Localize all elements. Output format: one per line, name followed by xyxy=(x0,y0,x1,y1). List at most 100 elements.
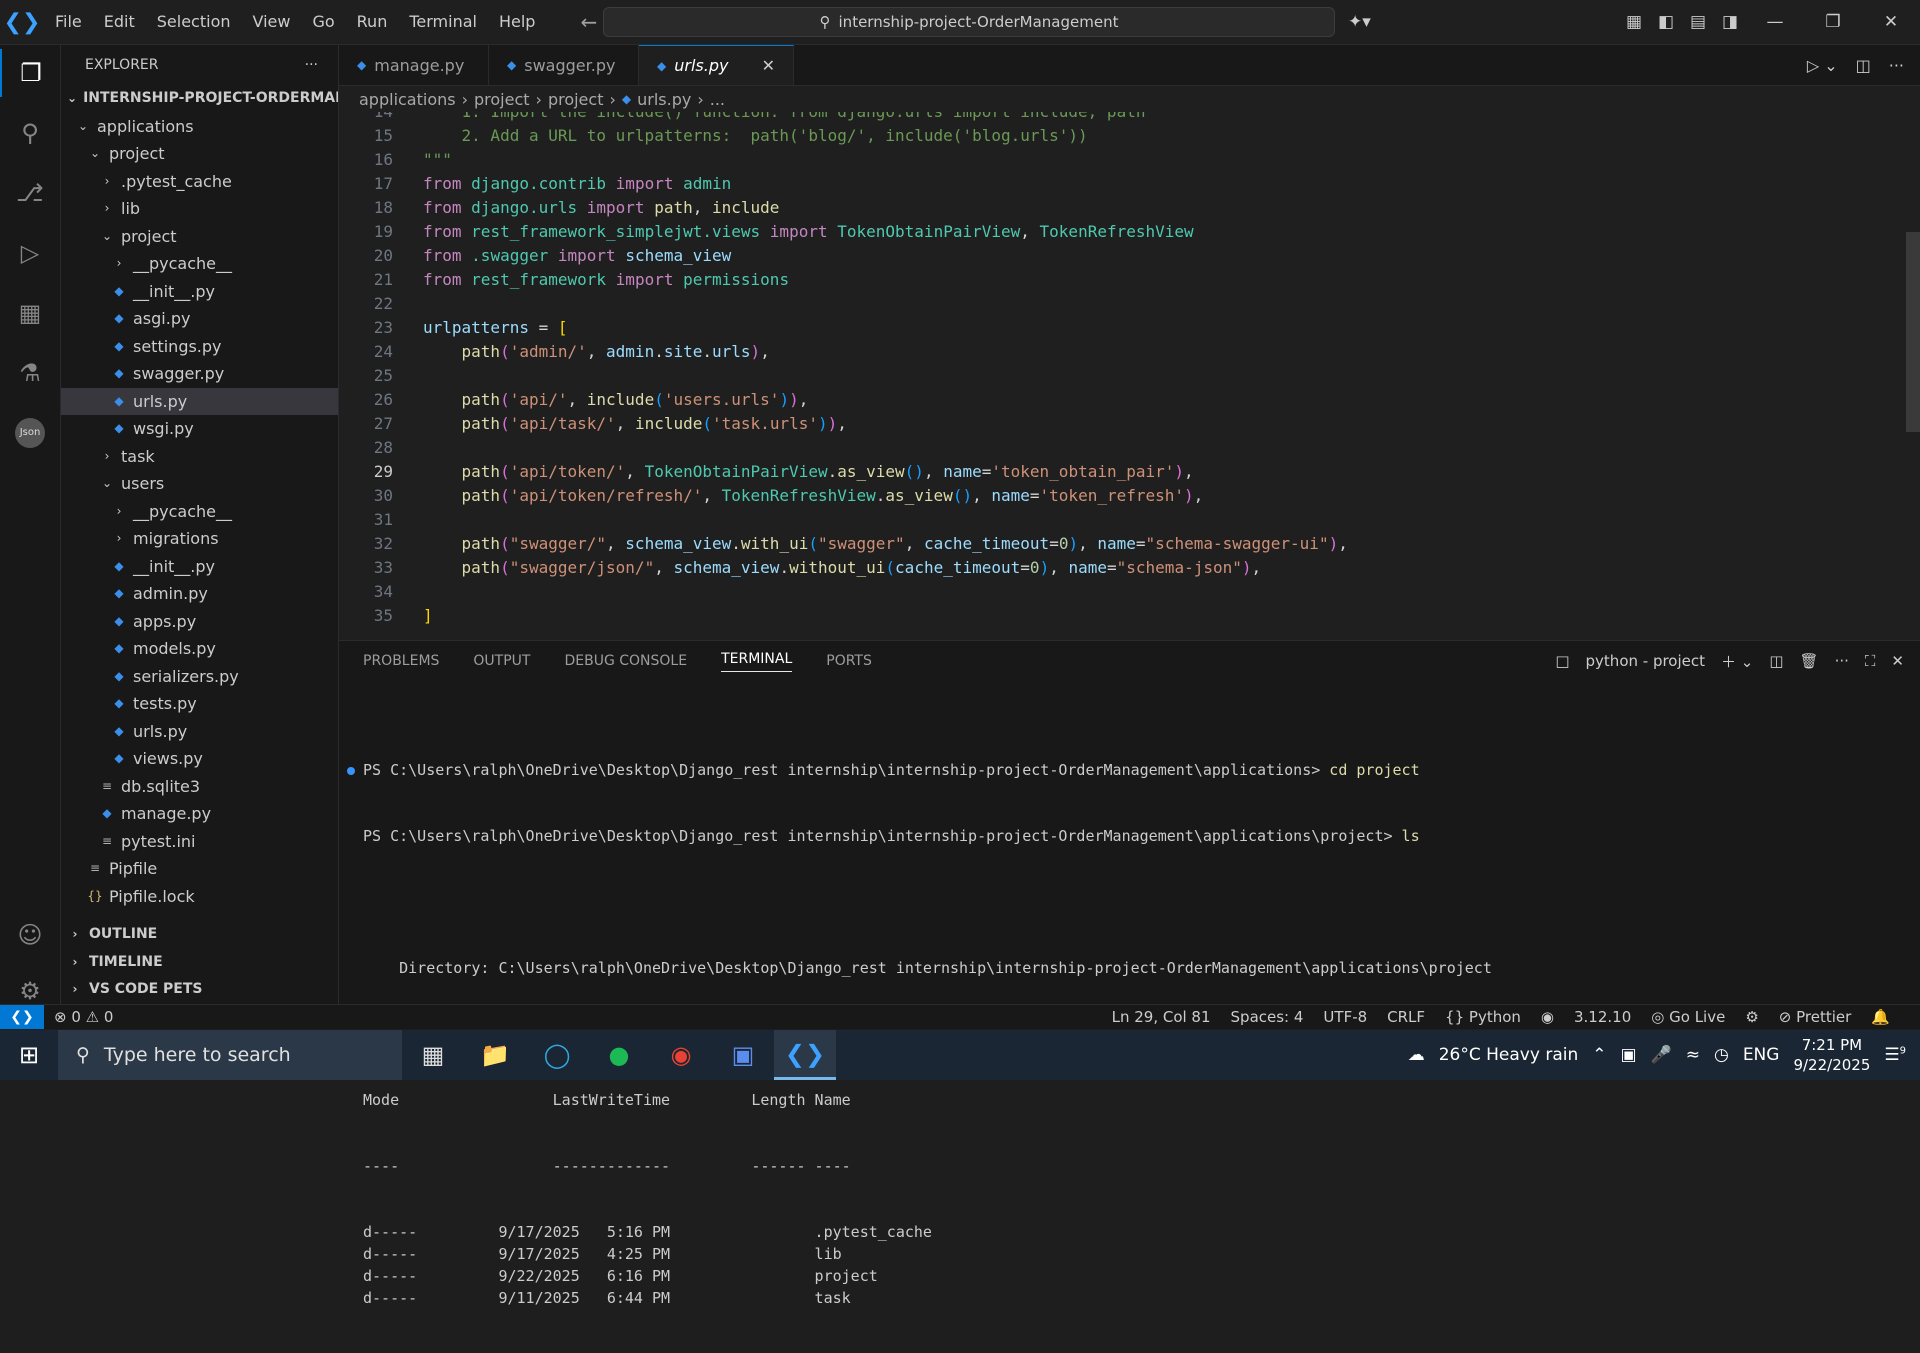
panel-tab-output[interactable]: OUTPUT xyxy=(473,653,530,669)
tree-item[interactable]: › lib xyxy=(61,195,338,223)
breadcrumb-item[interactable]: project xyxy=(474,90,530,109)
minimize-icon[interactable]: — xyxy=(1746,12,1804,32)
tree-item[interactable]: ⌄ applications xyxy=(61,113,338,141)
breadcrumb-item[interactable]: applications xyxy=(359,90,456,109)
tree-item[interactable]: ◆ manage.py xyxy=(61,800,338,828)
extension-status-icon[interactable]: ⚙ xyxy=(1735,1008,1768,1026)
sidebar-section-timeline[interactable]: › TIMELINE xyxy=(61,949,338,977)
notifications-bell-icon[interactable]: 🔔 xyxy=(1861,1008,1900,1026)
tree-item[interactable]: › __pycache__ xyxy=(61,498,338,526)
tree-item[interactable]: ◆ __init__.py xyxy=(61,553,338,581)
tree-item[interactable]: ◆ admin.py xyxy=(61,580,338,608)
scrollbar-thumb[interactable] xyxy=(1906,232,1920,432)
split-terminal-icon[interactable]: ◫ xyxy=(1769,652,1783,670)
toggle-secondary-sidebar-icon[interactable]: ◨ xyxy=(1714,12,1746,32)
menu-item-file[interactable]: File xyxy=(44,0,93,44)
sidebar-section-outline[interactable]: › OUTLINE xyxy=(61,921,338,949)
spotify-icon[interactable]: ● xyxy=(588,1030,650,1080)
menu-item-edit[interactable]: Edit xyxy=(93,0,146,44)
tree-item[interactable]: ≡ Pipfile xyxy=(61,855,338,883)
accounts-icon[interactable]: ☺ xyxy=(0,911,60,959)
sidebar-section-vs-code-pets[interactable]: › VS CODE PETS xyxy=(61,976,338,1004)
tree-item[interactable]: ◆ __init__.py xyxy=(61,278,338,306)
more-actions-icon[interactable]: ··· xyxy=(305,57,318,73)
new-terminal-icon[interactable]: ＋ ⌄ xyxy=(1721,651,1753,672)
code-editor[interactable]: 14 1. Import the include() function: fro… xyxy=(339,112,1920,639)
tray-chevron-icon[interactable]: ⌃ xyxy=(1592,1045,1606,1065)
weather-text[interactable]: 26°C Heavy rain xyxy=(1439,1045,1579,1065)
taskbar-search[interactable]: ⚲ Type here to search xyxy=(58,1030,402,1080)
explorer-icon[interactable]: ❐ xyxy=(0,49,60,97)
remote-indicator-icon[interactable]: ❮❯ xyxy=(0,1005,44,1029)
panel-more-icon[interactable]: ··· xyxy=(1835,652,1849,670)
tree-item[interactable]: › task xyxy=(61,443,338,471)
run-debug-icon[interactable]: ▷ xyxy=(0,229,60,277)
tree-item[interactable]: ◆ models.py xyxy=(61,635,338,663)
menu-item-help[interactable]: Help xyxy=(488,0,546,44)
wifi-icon[interactable]: ◷ xyxy=(1714,1045,1729,1065)
go-live[interactable]: ◎ Go Live xyxy=(1641,1008,1735,1026)
tree-item[interactable]: ◆ views.py xyxy=(61,745,338,773)
tree-item[interactable]: ◆ urls.py xyxy=(61,718,338,746)
command-center-search[interactable]: ⚲ internship-project-OrderManagement xyxy=(603,7,1335,37)
indentation[interactable]: Spaces: 4 xyxy=(1221,1008,1314,1026)
close-window-icon[interactable]: ✕ xyxy=(1862,12,1920,32)
chrome-icon[interactable]: ◉ xyxy=(650,1030,712,1080)
panel-tab-terminal[interactable]: TERMINAL xyxy=(721,651,793,672)
encoding[interactable]: UTF-8 xyxy=(1313,1008,1377,1026)
copilot-icon[interactable]: ✦▾ xyxy=(1348,0,1371,44)
menu-item-run[interactable]: Run xyxy=(346,0,399,44)
editor-more-icon[interactable]: ··· xyxy=(1889,56,1904,75)
network-icon[interactable]: ≈ xyxy=(1686,1045,1700,1065)
search-view-icon[interactable]: ⚲ xyxy=(0,109,60,157)
vscode-taskbar-icon[interactable]: ❮❯ xyxy=(774,1030,836,1080)
meet-icon[interactable]: ▣ xyxy=(1620,1045,1636,1065)
tree-item[interactable]: ◆ tests.py xyxy=(61,690,338,718)
cursor-position[interactable]: Ln 29, Col 81 xyxy=(1102,1008,1221,1026)
tree-item[interactable]: ≡ pytest.ini xyxy=(61,828,338,856)
windows-start-icon[interactable]: ⊞ xyxy=(0,1030,58,1080)
tree-item[interactable]: ◆ serializers.py xyxy=(61,663,338,691)
testing-icon[interactable]: ⚗ xyxy=(0,349,60,397)
tree-item[interactable]: ≡ db.sqlite3 xyxy=(61,773,338,801)
customize-layout-icon[interactable]: ▦ xyxy=(1618,12,1650,32)
panel-tab-debug-console[interactable]: DEBUG CONSOLE xyxy=(564,653,687,669)
tree-item[interactable]: ◆ asgi.py xyxy=(61,305,338,333)
terminal-name[interactable]: python - project xyxy=(1586,652,1705,670)
maximize-panel-icon[interactable]: ⛶ xyxy=(1865,652,1876,670)
split-editor-icon[interactable]: ◫ xyxy=(1856,56,1871,75)
extensions-icon[interactable]: ▦ xyxy=(0,289,60,337)
menu-item-selection[interactable]: Selection xyxy=(146,0,242,44)
microphone-icon[interactable]: 🎤 xyxy=(1651,1045,1672,1065)
file-explorer-icon[interactable]: 📁 xyxy=(464,1030,526,1080)
task-view-icon[interactable]: ▦ xyxy=(402,1030,464,1080)
editor-scrollbar[interactable] xyxy=(1904,112,1920,639)
json-extension-icon[interactable]: Json xyxy=(0,409,60,457)
breadcrumb-item[interactable]: ... xyxy=(710,90,725,109)
tab-manage-py[interactable]: ◆ manage.py xyxy=(339,45,489,85)
notification-center-icon[interactable]: ☰9 xyxy=(1884,1045,1906,1065)
toggle-panel-icon[interactable]: ▤ xyxy=(1682,12,1714,32)
clock[interactable]: 7:21 PM 9/22/2025 xyxy=(1793,1035,1870,1075)
breadcrumb-item[interactable]: urls.py xyxy=(637,90,691,109)
language-indicator[interactable]: ENG xyxy=(1743,1045,1780,1065)
weather-icon[interactable]: ☁ xyxy=(1408,1045,1425,1065)
back-arrow-icon[interactable]: ← xyxy=(580,10,597,34)
source-control-icon[interactable]: ⎇ xyxy=(0,169,60,217)
panel-tab-problems[interactable]: PROBLEMS xyxy=(363,653,439,669)
tree-item[interactable]: › .pytest_cache xyxy=(61,168,338,196)
panel-tab-ports[interactable]: PORTS xyxy=(826,653,872,669)
close-panel-icon[interactable]: ✕ xyxy=(1891,652,1904,670)
tree-item[interactable]: ◆ settings.py xyxy=(61,333,338,361)
tree-item[interactable]: › __pycache__ xyxy=(61,250,338,278)
toggle-sidebar-icon[interactable]: ◧ xyxy=(1650,12,1682,32)
run-file-icon[interactable]: ▷ ⌄ xyxy=(1807,56,1838,75)
tree-item[interactable]: ◆ urls.py xyxy=(61,387,338,415)
close-tab-icon[interactable]: ✕ xyxy=(762,56,775,75)
tree-item[interactable]: {} Pipfile.lock xyxy=(61,883,338,911)
prettier-status[interactable]: ⊘ Prettier xyxy=(1769,1008,1862,1026)
tab-urls-py[interactable]: ◆ urls.py ✕ xyxy=(639,45,794,85)
line-ending[interactable]: CRLF xyxy=(1377,1008,1435,1026)
tree-item[interactable]: ◆ apps.py xyxy=(61,608,338,636)
tree-item[interactable]: ◆ wsgi.py xyxy=(61,415,338,443)
